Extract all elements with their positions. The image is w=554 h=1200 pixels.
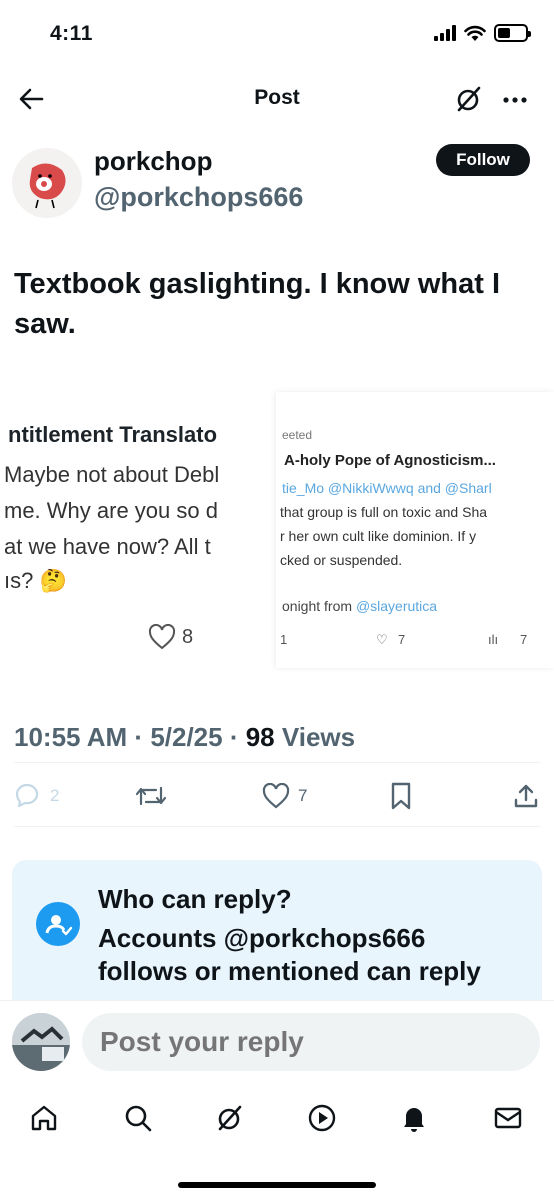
views-count: 98 (245, 722, 275, 752)
grok-icon[interactable] (452, 82, 486, 116)
author-handle[interactable]: @porkchops666 (94, 182, 303, 213)
repost-icon (135, 786, 167, 806)
heart-icon (262, 783, 290, 809)
screenshot-text: at we have now? All t (4, 534, 211, 559)
screenshot-text: r her own cult like dominion. If y (280, 528, 477, 544)
wifi-icon (464, 25, 486, 41)
screenshot-text-prefix: onight from (282, 598, 356, 614)
follow-button[interactable]: Follow (436, 144, 530, 176)
screenshot-text: that group is full on toxic and Sha (280, 504, 488, 520)
tweet-date: 5/2/25 (150, 722, 223, 752)
bookmark-icon (391, 782, 411, 810)
screenshot-text: A-holy Pope of Agnosticism... (284, 452, 496, 469)
screenshot-text: eeted (282, 428, 313, 442)
author-name[interactable]: porkchop (94, 146, 212, 177)
reply-count: 2 (50, 786, 60, 805)
bookmark-button[interactable] (388, 774, 414, 818)
avatar[interactable] (12, 148, 82, 218)
media-image-left[interactable]: ntitlement Translato Maybe not about Deb… (0, 392, 290, 672)
bell-icon[interactable] (392, 1096, 436, 1140)
divider (14, 762, 540, 763)
screenshot-like-count: 7 (398, 632, 406, 647)
repost-button[interactable] (134, 774, 168, 818)
reply-button[interactable]: 2 (14, 774, 59, 818)
screenshot-text: tie_Mo @NikkiWwwq and @Sharl (282, 480, 492, 496)
reply-icon (15, 783, 39, 808)
screenshot-text: cked or suspended. (280, 552, 403, 568)
screenshot-like: 8 (148, 624, 193, 650)
tweet-time: 10:55 AM (14, 722, 128, 752)
heart-icon (148, 624, 176, 650)
battery-icon (494, 24, 531, 42)
reply-box-description: Accounts @porkchops666 follows or mentio… (98, 923, 481, 986)
bottom-nav (0, 1082, 554, 1200)
views-label: Views (281, 722, 356, 752)
status-bar: 4:11 (0, 0, 554, 70)
more-options-icon[interactable] (498, 82, 532, 116)
top-bar: Post (0, 76, 554, 122)
home-indicator (178, 1182, 376, 1188)
signal-icon (434, 25, 456, 41)
divider (14, 826, 540, 827)
reply-composer (0, 1000, 554, 1082)
screenshot-text: onight from @slayerutica (282, 598, 437, 614)
screenshot-text: ıs? 🤔 (4, 568, 67, 593)
tweet-text: Textbook gaslighting. I know what I saw. (14, 268, 501, 340)
screenshot-text: me. Why are you so d (4, 498, 218, 523)
screenshot-text: Maybe not about Debl (4, 462, 220, 487)
screenshot-views-icon: ılı (488, 632, 499, 647)
media-image-right[interactable]: eeted A-holy Pope of Agnosticism... tie_… (276, 392, 554, 668)
status-icons (434, 24, 531, 42)
avatar[interactable] (12, 1013, 70, 1071)
user-check-icon (36, 902, 80, 946)
grok-icon[interactable] (208, 1096, 252, 1140)
mail-icon[interactable] (486, 1096, 530, 1140)
tweet-meta: 10:55 AM · 5/2/25 · 98 Views (14, 722, 356, 752)
screenshot-reply-count: 1 (280, 632, 288, 647)
reply-input[interactable] (82, 1013, 540, 1071)
screenshot-text-handle: @slayerutica (355, 598, 438, 614)
play-icon[interactable] (300, 1096, 344, 1140)
like-count: 7 (298, 786, 308, 805)
share-button[interactable] (512, 774, 540, 818)
share-icon (514, 784, 538, 808)
screenshot-views-count: 7 (520, 632, 528, 647)
status-time: 4:11 (50, 22, 93, 45)
like-button[interactable]: 7 (262, 774, 307, 818)
tweet-media[interactable]: ntitlement Translato Maybe not about Deb… (0, 392, 554, 672)
screenshot-text: ntitlement Translato (8, 422, 218, 447)
reply-box-title: Who can reply? (98, 884, 292, 914)
screenshot-like-count: 8 (182, 625, 194, 648)
screenshot-heart-icon: ♡ (376, 632, 388, 647)
search-icon[interactable] (116, 1096, 160, 1140)
home-icon[interactable] (22, 1096, 66, 1140)
tweet-actions: 2 7 (0, 774, 554, 818)
